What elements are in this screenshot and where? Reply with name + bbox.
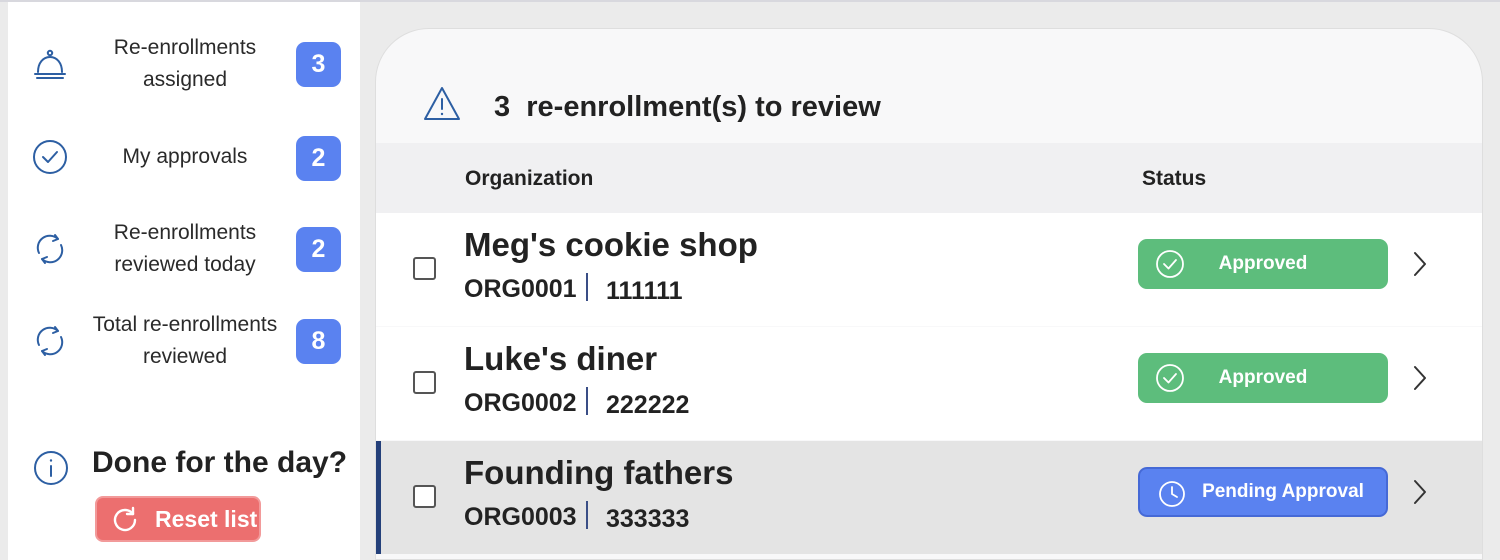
review-header: 3 re-enrollment(s) to review xyxy=(376,29,1482,143)
count-badge: 2 xyxy=(296,227,341,272)
row-checkbox[interactable] xyxy=(413,485,436,508)
status-label: Pending Approval xyxy=(1202,481,1364,502)
review-count: 3 xyxy=(494,91,511,123)
id-separator xyxy=(586,273,588,301)
stat-label: Total re-enrollments reviewed xyxy=(92,313,278,368)
organization-number: 222222 xyxy=(606,391,690,419)
count-badge: 3 xyxy=(296,42,341,87)
done-for-day-text: Done for the day? xyxy=(92,446,348,479)
stats-sidebar: Re-enrollments assigned 3 My approvals 2… xyxy=(8,2,360,560)
table-row[interactable]: Founding fathers ORG0003 333333 Pending … xyxy=(376,441,1482,554)
stat-label: Re-enrollments assigned xyxy=(113,36,257,91)
reset-list-button[interactable]: Reset list xyxy=(95,496,261,542)
count-badge: 2 xyxy=(296,136,341,181)
service-bell-icon xyxy=(30,44,70,84)
row-checkbox[interactable] xyxy=(413,371,436,394)
reset-icon xyxy=(113,506,137,532)
refresh-icon xyxy=(30,229,70,269)
review-title: 3 re-enrollment(s) to review xyxy=(494,91,881,124)
count-badge: 8 xyxy=(296,319,341,364)
check-circle-icon xyxy=(30,137,70,177)
chevron-right-icon[interactable] xyxy=(1410,249,1430,279)
id-separator xyxy=(586,501,588,529)
table-row[interactable]: Meg's cookie shop ORG0001 111111 Approve… xyxy=(376,213,1482,326)
stat-label: Re-enrollments reviewed today xyxy=(113,221,257,276)
organization-id: ORG0001 xyxy=(464,275,577,303)
table-header: Organization Status xyxy=(376,143,1482,213)
column-organization: Organization xyxy=(465,167,594,190)
status-badge: Pending Approval xyxy=(1138,467,1388,517)
table-row[interactable]: Luke's diner ORG0002 222222 Approved xyxy=(376,327,1482,440)
organization-number: 111111 xyxy=(606,277,683,305)
status-label: Approved xyxy=(1218,367,1308,388)
organization-name: Founding fathers xyxy=(464,454,734,491)
review-title-text: re-enrollment(s) to review xyxy=(526,91,881,123)
review-panel: 3 re-enrollment(s) to review Organizatio… xyxy=(375,28,1483,560)
stat-label: My approvals xyxy=(122,145,248,168)
chevron-right-icon[interactable] xyxy=(1410,477,1430,507)
selected-row-indicator xyxy=(376,441,381,554)
organization-id: ORG0003 xyxy=(464,503,577,531)
status-badge: Approved xyxy=(1138,353,1388,403)
status-badge: Approved xyxy=(1138,239,1388,289)
organization-id: ORG0002 xyxy=(464,389,577,417)
warning-icon xyxy=(422,85,462,123)
reset-label: Reset list xyxy=(155,505,258,532)
id-separator xyxy=(586,387,588,415)
chevron-right-icon[interactable] xyxy=(1410,363,1430,393)
column-status: Status xyxy=(1142,167,1207,190)
organization-name: Luke's diner xyxy=(464,340,658,377)
row-checkbox[interactable] xyxy=(413,257,436,280)
refresh-icon xyxy=(30,321,70,361)
status-label: Approved xyxy=(1218,253,1308,274)
organization-number: 333333 xyxy=(606,505,690,533)
info-icon xyxy=(32,449,70,487)
organization-name: Meg's cookie shop xyxy=(464,226,758,263)
